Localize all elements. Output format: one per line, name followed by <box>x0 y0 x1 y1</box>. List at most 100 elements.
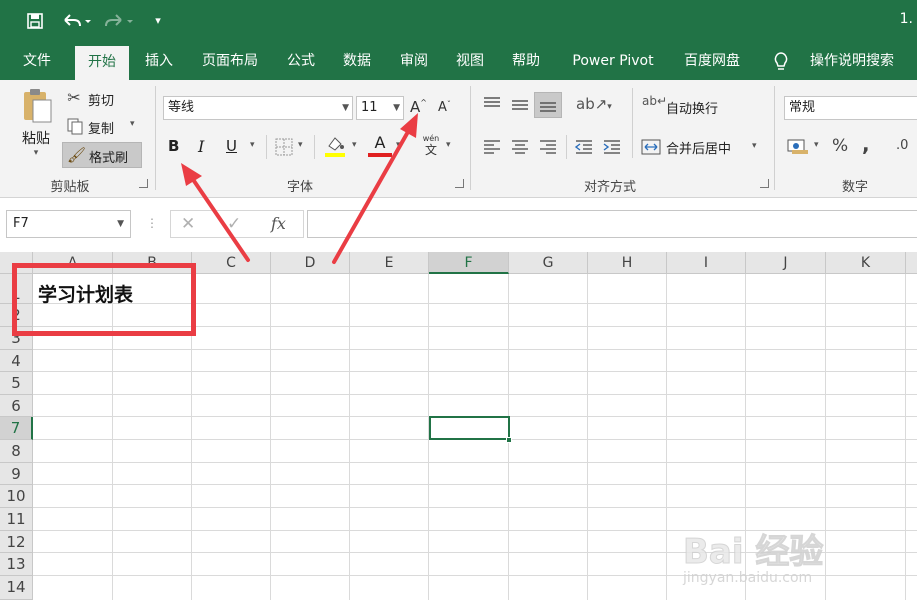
divider <box>632 88 633 158</box>
column-header-j[interactable]: J <box>746 252 826 274</box>
fill-color-dropdown-icon[interactable]: ▾ <box>352 140 357 150</box>
redo-icon[interactable] <box>100 8 136 34</box>
column-header-e[interactable]: E <box>350 252 429 274</box>
phonetic-dropdown-icon[interactable]: ▾ <box>446 140 451 150</box>
accounting-format-icon[interactable] <box>786 136 810 160</box>
paste-dropdown-icon[interactable]: ▾ <box>18 148 54 158</box>
column-header-partial[interactable] <box>906 252 917 274</box>
tab-file[interactable]: 文件 <box>10 42 64 80</box>
borders-dropdown-icon[interactable]: ▾ <box>298 140 303 150</box>
tab-baidu-netdisk[interactable]: 百度网盘 <box>672 42 752 80</box>
column-header-d[interactable]: D <box>271 252 350 274</box>
column-header-g[interactable]: G <box>509 252 588 274</box>
top-align-icon[interactable] <box>482 94 502 118</box>
merge-center-button[interactable]: 合并后居中 <box>666 138 731 157</box>
copy-button[interactable]: 复制 ▾ <box>64 116 140 138</box>
accounting-dropdown-icon[interactable]: ▾ <box>814 140 819 150</box>
wrap-text-button[interactable]: 自动换行 <box>666 98 718 117</box>
tab-insert[interactable]: 插入 <box>132 42 186 80</box>
paste-button[interactable]: 粘贴 ▾ <box>18 86 54 166</box>
row-header-6[interactable]: 6 <box>0 395 33 417</box>
row-header-13[interactable]: 13 <box>0 553 33 576</box>
font-color-icon[interactable]: A <box>368 134 392 160</box>
tab-data[interactable]: 数据 <box>332 42 382 80</box>
tell-me-search[interactable]: 操作说明搜索 <box>800 42 904 80</box>
column-header-k[interactable]: K <box>826 252 906 274</box>
increase-font-size-button[interactable]: A^ <box>410 98 430 116</box>
chevron-down-icon[interactable]: ▼ <box>117 211 124 237</box>
increase-decimal-button[interactable]: .0 <box>896 138 908 153</box>
fill-handle[interactable] <box>506 437 512 443</box>
tab-view[interactable]: 视图 <box>444 42 496 80</box>
underline-dropdown-icon[interactable]: ▾ <box>250 140 255 150</box>
alignment-group-label: 对齐方式 <box>583 180 636 195</box>
formula-input[interactable] <box>307 210 917 238</box>
tab-formulas[interactable]: 公式 <box>276 42 326 80</box>
fill-color-icon[interactable] <box>324 134 348 160</box>
borders-icon[interactable] <box>274 137 294 161</box>
divider <box>566 135 567 159</box>
column-header-i[interactable]: I <box>667 252 746 274</box>
merge-dropdown-icon[interactable]: ▾ <box>752 141 757 151</box>
insert-function-icon[interactable]: fx <box>271 214 286 233</box>
font-size-combo[interactable]: 11 ▼ <box>356 96 404 120</box>
clipboard-launcher-icon[interactable] <box>139 179 148 188</box>
align-left-icon[interactable] <box>482 138 502 160</box>
cancel-icon[interactable]: ✕ <box>181 214 195 234</box>
chevron-down-icon[interactable]: ▼ <box>393 97 400 119</box>
copy-dropdown-icon[interactable]: ▾ <box>130 119 135 129</box>
increase-indent-icon[interactable] <box>602 138 622 160</box>
alignment-launcher-icon[interactable] <box>760 179 769 188</box>
font-color-dropdown-icon[interactable]: ▾ <box>396 140 401 150</box>
wrap-text-icon[interactable]: ab↵ <box>642 94 667 108</box>
row-header-9[interactable]: 9 <box>0 463 33 485</box>
italic-button[interactable]: I <box>198 137 216 156</box>
row-header-8[interactable]: 8 <box>0 440 33 463</box>
gridline <box>33 394 917 395</box>
decrease-indent-icon[interactable] <box>574 138 594 160</box>
font-name-combo[interactable]: 等线 ▼ <box>163 96 353 120</box>
phonetic-guide-icon[interactable]: wén 文 <box>420 134 442 162</box>
tab-help[interactable]: 帮助 <box>500 42 552 80</box>
row-header-11[interactable]: 11 <box>0 508 33 531</box>
customize-qat-icon[interactable]: ▾ <box>145 8 171 34</box>
tab-power-pivot[interactable]: Power Pivot <box>560 42 666 80</box>
more-options-icon[interactable]: ⋮ <box>146 216 158 230</box>
middle-align-icon[interactable] <box>510 94 530 118</box>
tab-home[interactable]: 开始 <box>75 46 129 80</box>
row-header-12[interactable]: 12 <box>0 531 33 553</box>
row-header-10[interactable]: 10 <box>0 485 33 508</box>
gridline <box>33 484 917 485</box>
undo-icon[interactable] <box>58 8 94 34</box>
align-center-icon[interactable] <box>510 138 530 160</box>
row-header-7[interactable]: 7 <box>0 417 33 440</box>
number-format-combo[interactable]: 常规 <box>784 96 917 120</box>
merge-center-icon[interactable] <box>640 137 662 161</box>
grow-font-label: A <box>410 98 421 116</box>
active-cell-f7[interactable] <box>429 416 510 440</box>
font-launcher-icon[interactable] <box>455 179 464 188</box>
format-painter-button[interactable]: 🖌 格式刷 <box>62 142 142 168</box>
tab-page-layout[interactable]: 页面布局 <box>192 42 268 80</box>
row-header-5[interactable]: 5 <box>0 372 33 395</box>
save-icon[interactable] <box>22 8 48 34</box>
column-header-c[interactable]: C <box>192 252 271 274</box>
check-icon[interactable]: ✓ <box>227 214 241 234</box>
decrease-font-size-button[interactable]: Aˇ <box>438 100 458 115</box>
bottom-align-icon[interactable] <box>534 92 562 118</box>
tab-review[interactable]: 审阅 <box>388 42 440 80</box>
row-header-14[interactable]: 14 <box>0 576 33 600</box>
orientation-icon[interactable]: ab↗▾ <box>576 95 612 113</box>
comma-style-button[interactable]: , <box>862 132 870 156</box>
underline-button[interactable]: U <box>226 137 244 155</box>
column-header-f[interactable]: F <box>429 252 509 274</box>
divider <box>155 86 156 190</box>
align-right-icon[interactable] <box>538 138 558 160</box>
font-color-swatch <box>368 153 392 157</box>
column-header-h[interactable]: H <box>588 252 667 274</box>
chevron-down-icon[interactable]: ▼ <box>342 97 349 119</box>
percent-style-button[interactable]: % <box>832 136 848 156</box>
name-box[interactable]: F7 ▼ <box>6 210 131 238</box>
row-header-4[interactable]: 4 <box>0 350 33 372</box>
bold-button[interactable]: B <box>168 137 186 155</box>
